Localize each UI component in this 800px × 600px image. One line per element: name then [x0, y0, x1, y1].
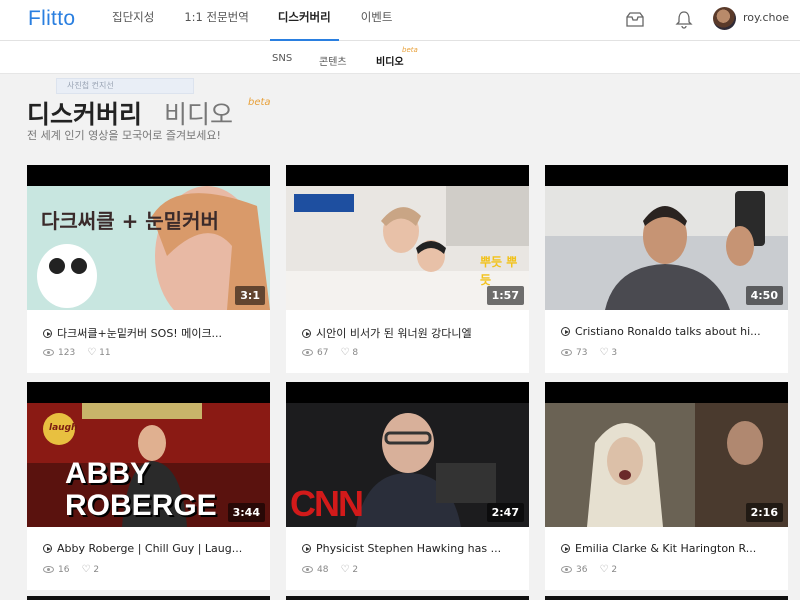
user-avatar[interactable]	[713, 7, 736, 30]
username[interactable]: roy.choe	[743, 11, 789, 24]
subnav-item-video[interactable]: 비디오	[376, 53, 404, 68]
video-thumbnail[interactable]: CNN 2:47	[286, 382, 529, 527]
play-icon	[302, 329, 311, 338]
beta-badge: beta	[402, 46, 418, 54]
views-count: 36	[576, 564, 588, 575]
video-stats: 67 ♡ 8	[302, 347, 358, 358]
video-duration: 3:1	[235, 286, 265, 305]
heart-icon[interactable]: ♡	[87, 347, 96, 358]
sub-nav: SNS 콘텐츠 비디오 beta	[0, 41, 800, 74]
video-card[interactable]: 뿌듯 뿌듯 1:57 시안이 비서가 된 워너원 강다니엘 67 ♡ 8	[286, 165, 529, 373]
play-icon	[561, 544, 570, 553]
views-icon	[302, 349, 313, 356]
subnav-item-sns[interactable]: SNS	[272, 53, 292, 64]
play-icon	[302, 544, 311, 553]
likes-count: 3	[611, 347, 618, 358]
video-duration: 2:16	[745, 503, 783, 522]
video-stats: 36 ♡ 2	[561, 564, 617, 575]
video-title[interactable]: Emilia Clarke & Kit Harington R...	[561, 542, 775, 555]
likes-count: 8	[352, 347, 359, 358]
thumbnail-caption: 다크써클 + 눈밑커버	[41, 209, 219, 233]
play-icon	[43, 544, 52, 553]
subnav-item-contents[interactable]: 콘텐츠	[319, 53, 347, 68]
video-title[interactable]: 다크써클+눈밑커버 SOS! 메이크...	[43, 325, 257, 341]
page-title: 디스커버리	[27, 100, 143, 129]
video-thumbnail[interactable]: 다크써클 + 눈밑커버 3:1	[27, 165, 270, 310]
views-count: 123	[58, 347, 76, 358]
video-thumbnail[interactable]: laugh ABBY ROBERGE 3:44	[27, 382, 270, 527]
likes-count: 2	[611, 564, 618, 575]
heart-icon[interactable]: ♡	[599, 564, 608, 575]
video-title[interactable]: Physicist Stephen Hawking has ...	[302, 542, 516, 555]
video-stats: 73 ♡ 3	[561, 347, 617, 358]
views-count: 73	[576, 347, 588, 358]
views-icon	[43, 566, 54, 573]
nav-item-collective[interactable]: 집단지성	[112, 0, 154, 41]
top-nav: Flitto 집단지성 1:1 전문번역 디스커버리 이벤트 roy.choe	[0, 0, 800, 41]
video-card[interactable]: 다크써클 + 눈밑커버 3:1 다크써클+눈밑커버 SOS! 메이크... 12…	[27, 165, 270, 373]
thumbnail-caption: 뿌듯 뿌듯	[480, 255, 518, 287]
page-description: 전 세계 인기 영상을 모국어로 즐겨보세요!	[27, 129, 221, 142]
views-icon	[43, 349, 54, 356]
views-icon	[561, 566, 572, 573]
views-icon	[561, 349, 572, 356]
video-title[interactable]: Cristiano Ronaldo talks about hi...	[561, 325, 775, 338]
video-duration: 1:57	[486, 286, 524, 305]
video-card[interactable]: CNN 2:47 Physicist Stephen Hawking has .…	[286, 382, 529, 590]
video-card[interactable]: 2:16 Emilia Clarke & Kit Harington R... …	[545, 382, 788, 590]
video-card[interactable]: 4:50 Cristiano Ronaldo talks about hi...…	[545, 165, 788, 373]
views-icon	[302, 566, 313, 573]
video-thumbnail[interactable]: 4:50	[545, 165, 788, 310]
likes-count: 11	[99, 347, 111, 358]
next-row-thumbnail	[545, 596, 788, 600]
title-beta-badge: beta	[248, 97, 271, 108]
video-thumbnail[interactable]: 뿌듯 뿌듯 1:57	[286, 165, 529, 310]
thumbnail-sign: laugh	[49, 423, 78, 433]
nav-item-discovery[interactable]: 디스커버리	[269, 0, 339, 41]
play-icon	[43, 329, 52, 338]
ghost-tooltip: 사진첩 컨지선	[56, 78, 194, 94]
flitto-logo[interactable]: Flitto	[28, 7, 75, 31]
inbox-icon[interactable]	[626, 12, 644, 27]
video-title[interactable]: 시안이 비서가 된 워너원 강다니엘	[302, 325, 516, 341]
likes-count: 2	[93, 564, 100, 575]
likes-count: 2	[352, 564, 359, 575]
next-row-thumbnail	[27, 596, 270, 600]
heart-icon[interactable]: ♡	[340, 564, 349, 575]
next-row-thumbnail	[286, 596, 529, 600]
video-stats: 16 ♡ 2	[43, 564, 99, 575]
video-duration: 4:50	[745, 286, 783, 305]
video-title[interactable]: Abby Roberge | Chill Guy | Laug...	[43, 542, 257, 555]
thumbnail-caption: CNN	[290, 483, 364, 524]
video-thumbnail[interactable]: 2:16	[545, 382, 788, 527]
bell-icon[interactable]	[675, 10, 693, 29]
views-count: 48	[317, 564, 329, 575]
main-menu: 집단지성 1:1 전문번역 디스커버리 이벤트	[112, 0, 392, 41]
nav-item-pro-translation[interactable]: 1:1 전문번역	[184, 0, 248, 41]
views-count: 16	[58, 564, 70, 575]
video-stats: 123 ♡ 11	[43, 347, 111, 358]
video-duration: 2:47	[486, 503, 524, 522]
video-stats: 48 ♡ 2	[302, 564, 358, 575]
nav-item-event[interactable]: 이벤트	[361, 0, 393, 41]
heart-icon[interactable]: ♡	[599, 347, 608, 358]
video-duration: 3:44	[227, 503, 265, 522]
page-subtitle: 비디오	[164, 100, 234, 129]
video-card[interactable]: laugh ABBY ROBERGE 3:44 Abby Roberge | C…	[27, 382, 270, 590]
play-icon	[561, 327, 570, 336]
heart-icon[interactable]: ♡	[340, 347, 349, 358]
heart-icon[interactable]: ♡	[81, 564, 90, 575]
views-count: 67	[317, 347, 329, 358]
